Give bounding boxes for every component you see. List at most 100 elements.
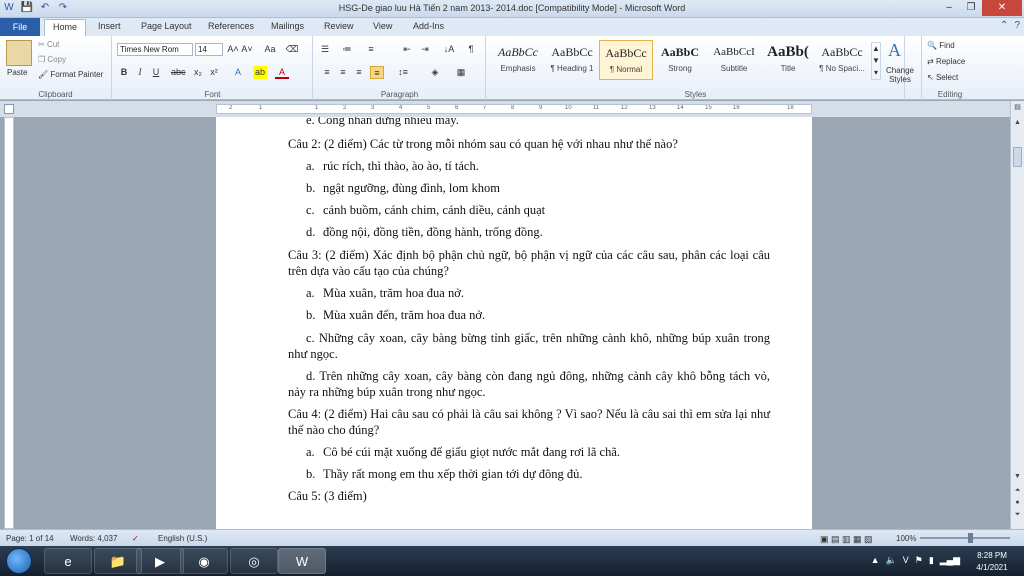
style-normal[interactable]: AaBbCc ¶ Normal (599, 40, 653, 80)
word-count[interactable]: Words: 4,037 (70, 534, 117, 543)
ie-icon[interactable]: e (44, 548, 92, 574)
tab-insert[interactable]: Insert (98, 21, 121, 31)
battery-icon[interactable]: ▮ (929, 555, 934, 566)
status-bar: Page: 1 of 14 Words: 4,037 ✓ English (U.… (0, 529, 1024, 546)
change-styles-icon[interactable]: A (888, 40, 901, 61)
font-color-icon[interactable]: A (275, 66, 289, 79)
tab-review[interactable]: Review (324, 21, 354, 31)
paste-button[interactable]: Paste (7, 68, 27, 77)
zoom-slider[interactable] (920, 533, 1010, 543)
signal-icon[interactable]: ▂▄▆ (940, 555, 960, 566)
clock[interactable]: 8:28 PM 4/1/2021 (972, 550, 1012, 574)
style-strong[interactable]: AaBbC Strong (653, 40, 707, 80)
font-name-box[interactable]: Times New Rom (117, 43, 193, 56)
format-painter-button[interactable]: 🖌 Format Painter (38, 70, 103, 79)
bullets-icon[interactable]: ☰ (318, 43, 332, 56)
strikethrough-icon[interactable]: abc (171, 66, 186, 79)
text-effects-icon[interactable]: A (231, 66, 245, 79)
view-buttons[interactable]: ▣ ▤ ▥ ▦ ▧ (820, 534, 873, 545)
align-left-icon[interactable]: ≡ (320, 66, 334, 79)
tab-mailings[interactable]: Mailings (271, 21, 304, 31)
next-page-icon[interactable]: ⏷ (1011, 511, 1024, 519)
help-icon[interactable]: ? (1014, 20, 1020, 31)
document-page[interactable]: e. Công nhân đứng nhiều máy. Câu 2: (2 đ… (216, 117, 812, 529)
increase-indent-icon[interactable]: ⇥ (418, 43, 432, 56)
tab-view[interactable]: View (373, 21, 392, 31)
media-player-icon[interactable]: ▶ (136, 548, 184, 574)
copy-button[interactable]: ❐ Copy (38, 55, 66, 64)
clear-format-icon[interactable]: ⌫ (285, 43, 299, 56)
browser-icon[interactable]: ◉ (180, 548, 228, 574)
question-2: Câu 2: (2 điểm) Các từ trong mỗi nhóm sa… (288, 137, 678, 151)
style-no-spacing[interactable]: AaBbCc ¶ No Spaci... (815, 40, 869, 80)
bold-icon[interactable]: B (117, 66, 131, 79)
cut-button[interactable]: ✂ Cut (38, 40, 59, 49)
tab-page-layout[interactable]: Page Layout (141, 21, 192, 31)
volume-icon[interactable]: 🔈 (886, 555, 897, 566)
clock-time: 8:28 PM (977, 551, 1007, 560)
page-count[interactable]: Page: 1 of 14 (6, 534, 54, 543)
horizontal-ruler[interactable]: 2 1 1 2 3 4 5 6 7 8 9 10 11 12 13 14 15 … (216, 104, 812, 114)
borders-icon[interactable]: ▦ (454, 66, 468, 79)
line-spacing-icon[interactable]: ↕≡ (396, 66, 410, 79)
antivirus-icon[interactable]: V (903, 555, 909, 566)
paste-icon[interactable] (6, 40, 32, 66)
zoom-knob[interactable] (968, 533, 973, 543)
tab-selector-icon[interactable] (4, 104, 14, 114)
tab-file[interactable]: File (0, 18, 40, 36)
scroll-up-icon[interactable]: ▲ (1011, 119, 1024, 126)
shading-icon[interactable]: ◈ (428, 66, 442, 79)
ruler-toggle-icon[interactable]: ▤ (1011, 103, 1024, 111)
maximize-icon[interactable]: ❐ (960, 0, 982, 16)
tab-home[interactable]: Home (44, 19, 87, 37)
close-icon[interactable]: ✕ (982, 0, 1022, 16)
change-case-icon[interactable]: Aa (263, 43, 277, 56)
font-size-box[interactable]: 14 (195, 43, 223, 56)
select-button[interactable]: ↖ Select (927, 73, 958, 82)
tab-references[interactable]: References (208, 21, 254, 31)
brush-icon: 🖌 (38, 70, 51, 79)
style-title[interactable]: AaBb( Title (761, 40, 815, 80)
network-icon[interactable]: ▲ (871, 555, 880, 566)
shrink-font-icon[interactable]: A˅ (240, 43, 254, 56)
vertical-ruler[interactable] (4, 117, 14, 529)
superscript-icon[interactable]: x² (207, 66, 221, 79)
prev-page-icon[interactable]: ⏶ (1011, 487, 1024, 495)
word-taskbar-icon[interactable]: W (278, 548, 326, 574)
minimize-ribbon-icon[interactable]: ⌃ (1000, 20, 1008, 31)
app-icon[interactable]: ◎ (230, 548, 278, 574)
align-right-icon[interactable]: ≡ (352, 66, 366, 79)
zoom-level[interactable]: 100% (896, 534, 916, 543)
style-heading-1[interactable]: AaBbCc ¶ Heading 1 (545, 40, 599, 80)
underline-icon[interactable]: U (149, 66, 163, 79)
subscript-icon[interactable]: x₂ (191, 66, 205, 79)
tab-add-ins[interactable]: Add-Ins (413, 21, 444, 31)
decrease-indent-icon[interactable]: ⇤ (400, 43, 414, 56)
proofing-icon[interactable]: ✓ (132, 534, 139, 543)
change-styles-button[interactable]: Change Styles (880, 66, 920, 84)
align-center-icon[interactable]: ≡ (336, 66, 350, 79)
style-emphasis[interactable]: AaBbCc Emphasis (491, 40, 545, 80)
browse-object-icon[interactable]: ● (1011, 499, 1024, 506)
ruler-number: 15 (705, 105, 712, 111)
style-subtitle[interactable]: AaBbCcI Subtitle (707, 40, 761, 80)
language-indicator[interactable]: English (U.S.) (158, 534, 207, 543)
item-text: Mùa xuân, trăm hoa đua nở. (323, 286, 464, 300)
start-button[interactable] (6, 548, 32, 574)
grow-font-icon[interactable]: A˄ (226, 43, 240, 56)
italic-icon[interactable]: I (133, 66, 147, 79)
sort-icon[interactable]: ↓A (442, 43, 456, 56)
scroll-thumb[interactable] (1013, 147, 1022, 167)
replace-button[interactable]: ⇄ Replace (927, 57, 965, 66)
show-marks-icon[interactable]: ¶ (464, 43, 478, 56)
numbering-icon[interactable]: ≔ (340, 43, 354, 56)
scroll-down-icon[interactable]: ▼ (1011, 473, 1024, 480)
explorer-icon[interactable]: 📁 (94, 548, 142, 574)
flag-icon[interactable]: ⚑ (915, 555, 923, 566)
highlight-icon[interactable]: ab (253, 66, 267, 79)
justify-icon[interactable]: ≡ (370, 66, 384, 79)
find-button[interactable]: 🔍 Find (927, 41, 955, 50)
multilevel-list-icon[interactable]: ≡ (364, 43, 378, 56)
vertical-scrollbar[interactable]: ▤ ▲ ▼ ⏶ ● ⏷ (1010, 101, 1024, 529)
minimize-icon[interactable]: – (938, 0, 960, 16)
